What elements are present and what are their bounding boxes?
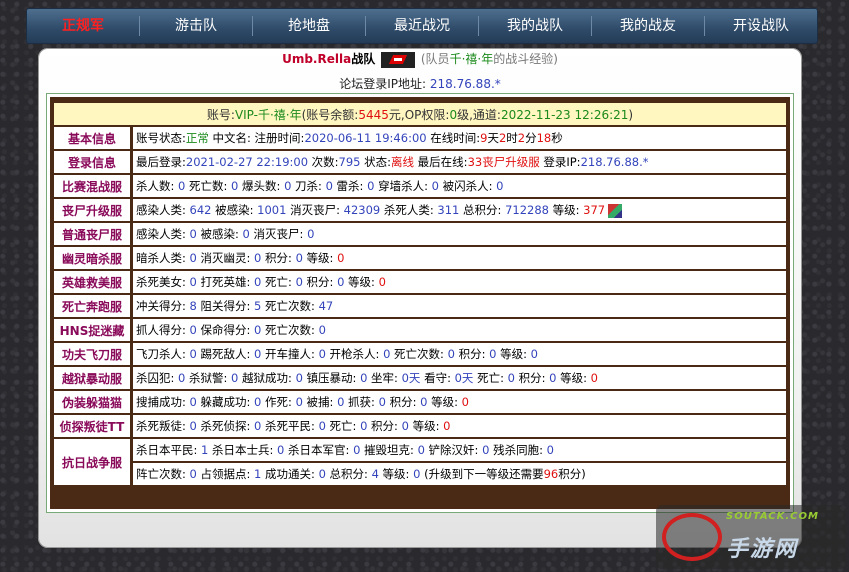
table-row: 越狱暴动服 杀囚犯: 0 杀狱警: 0 越狱成功: 0 镇压暴动: 0 坐牢: … — [54, 367, 786, 389]
member-name: 千·禧·年 — [449, 52, 494, 66]
nav-recent-battles[interactable]: 最近战况 — [366, 16, 479, 36]
nav-territory[interactable]: 抢地盘 — [253, 16, 366, 36]
site-watermark: SOUTACK.COM 手游网 — [656, 505, 846, 569]
nav-guerrilla[interactable]: 游击队 — [140, 16, 253, 36]
level-avatar-icon — [608, 203, 623, 218]
table-row: 伪装躲猫猫 搜捕成功: 0 躲藏成功: 0 作死: 0 被捕: 0 抓获: 0 … — [54, 391, 786, 413]
table-row: 阵亡次数: 0 占领据点: 1 成功通关: 0 总积分: 4 等级: 0 (升级… — [54, 463, 786, 485]
table-row: 登录信息 最后登录:2021-02-27 22:19:00 次数:795 状态:… — [54, 151, 786, 173]
stats-frame: 账号:VIP-千·禧·年(账号余额:5445元,OP权限:0级,通道:2022-… — [46, 93, 794, 513]
table-row: 基本信息 账号状态:正常 中文名: 注册时间:2020-06-11 19:46:… — [54, 127, 786, 149]
table-row: HNS捉迷藏 抓人得分: 0 保命得分: 0 死亡次数: 0 — [54, 319, 786, 341]
main-panel: Umb.Rella战队 (队员千·禧·年的战斗经验) 论坛登录IP地址: 218… — [38, 48, 802, 548]
forum-ip: 论坛登录IP地址: 218.76.88.* — [339, 77, 501, 91]
table-row: 普通丧尸服 感染人类: 0 被感染: 0 消灭丧尸: 0 — [54, 223, 786, 245]
team-word: 战队 — [351, 52, 376, 66]
table-row: 抗日战争服 杀日本平民: 1 杀日本士兵: 0 杀日本军官: 0 摧毁坦克: 0… — [54, 439, 786, 485]
table-row: 比赛混战服 杀人数: 0 死亡数: 0 爆头数: 0 刀杀: 0 雷杀: 0 穿… — [54, 175, 786, 197]
stats-table: 账号:VIP-千·禧·年(账号余额:5445元,OP权限:0级,通道:2022-… — [54, 101, 786, 487]
table-row: 死亡奔跑服 冲关得分: 8 阻关得分: 5 死亡次数: 47 — [54, 295, 786, 317]
team-name[interactable]: Umb.Rella — [282, 52, 351, 66]
team-emblem-icon — [381, 51, 416, 68]
table-row: 幽灵暗杀服 暗杀人类: 0 消灭幽灵: 0 积分: 0 等级: 0 — [54, 247, 786, 269]
team-title: Umb.Rella战队 (队员千·禧·年的战斗经验) — [282, 51, 558, 68]
nav-my-team[interactable]: 我的战队 — [479, 16, 592, 36]
table-row: 侦探叛徒TT 杀死叛徒: 0 杀死侦探: 0 杀死平民: 0 死亡: 0 积分:… — [54, 415, 786, 437]
nav-regular-army[interactable]: 正规军 — [27, 16, 140, 36]
top-nav: 正规军 游击队 抢地盘 最近战况 我的战队 我的战友 开设战队 — [26, 8, 818, 44]
nav-my-friends[interactable]: 我的战友 — [592, 16, 705, 36]
watermark-logo-icon — [662, 513, 722, 561]
nav-create-team[interactable]: 开设战队 — [705, 16, 817, 36]
table-row: 英雄救美服 杀死美女: 0 打死英雄: 0 死亡: 0 积分: 0 等级: 0 — [54, 271, 786, 293]
table-row: 功夫飞刀服 飞刀杀人: 0 踢死敌人: 0 开车撞人: 0 开枪杀人: 0 死亡… — [54, 343, 786, 365]
table-row: 丧尸升级服 感染人类: 642 被感染: 1001 消灭丧尸: 42309 杀死… — [54, 199, 786, 221]
account-row: 账号:VIP-千·禧·年(账号余额:5445元,OP权限:0级,通道:2022-… — [54, 103, 786, 125]
